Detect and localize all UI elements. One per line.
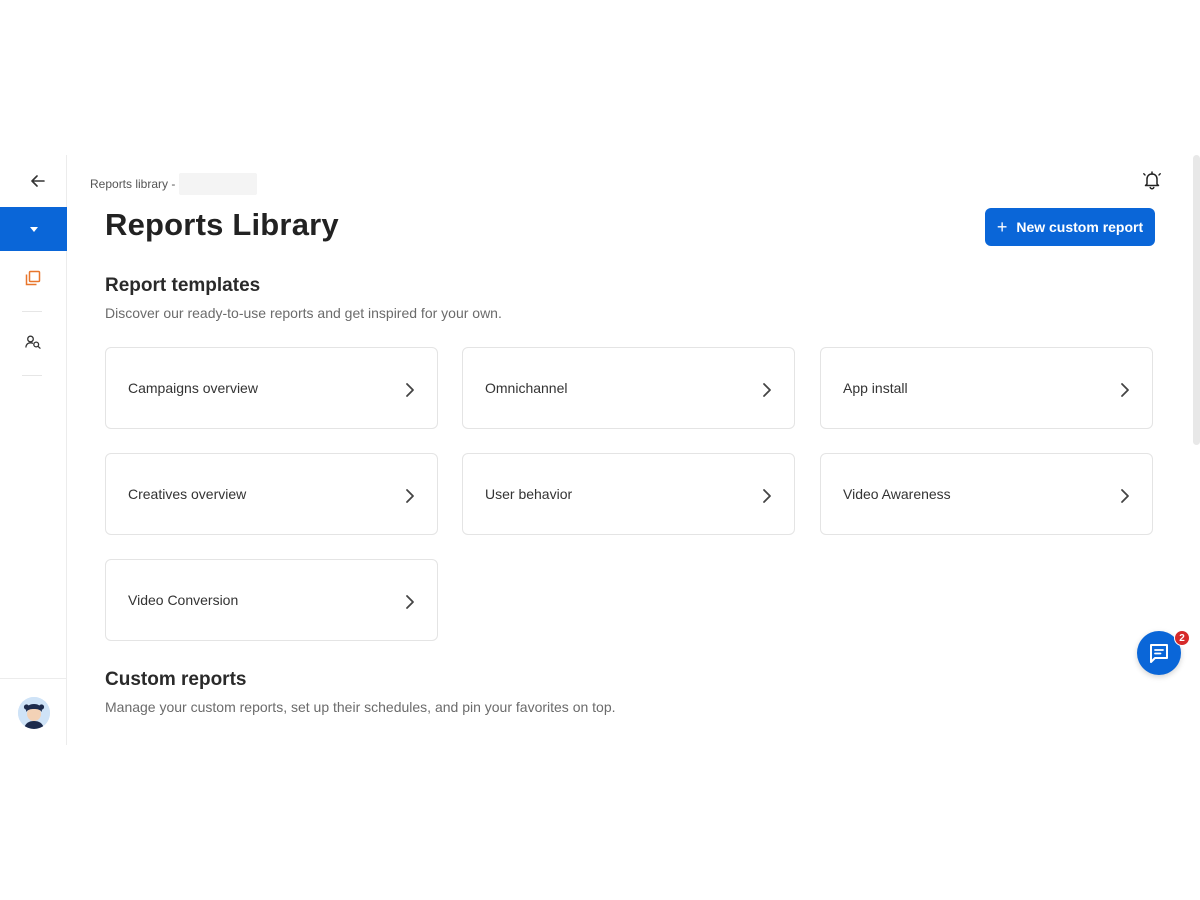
main-content: Reports library - Reports Library + New …	[67, 155, 1187, 745]
app-shell: Reports library - Reports Library + New …	[0, 155, 1200, 745]
chevron-right-icon	[1121, 489, 1129, 503]
sidebar-bottom-divider	[0, 678, 66, 679]
notifications-button[interactable]	[1141, 169, 1163, 191]
user-search-icon	[25, 335, 41, 349]
page-title: Reports Library	[105, 207, 339, 242]
template-card-label: Video Conversion	[128, 592, 239, 608]
template-card-label: Creatives overview	[128, 486, 247, 502]
chevron-right-icon	[406, 489, 414, 503]
back-button[interactable]	[24, 169, 52, 193]
new-custom-report-button[interactable]: + New custom report	[985, 208, 1155, 246]
template-card-label: App install	[843, 380, 908, 396]
template-card-video-awareness[interactable]: Video Awareness	[820, 453, 1153, 535]
template-card-campaigns-overview[interactable]: Campaigns overview	[105, 347, 438, 429]
page-scrollbar[interactable]	[1193, 155, 1200, 445]
arrow-left-icon	[31, 175, 45, 187]
sidebar-item-reports[interactable]	[18, 263, 48, 293]
chevron-right-icon	[406, 383, 414, 397]
chevron-right-icon	[763, 383, 771, 397]
caret-down-icon	[29, 226, 38, 232]
template-card-label: User behavior	[485, 486, 573, 502]
chevron-right-icon	[763, 489, 771, 503]
template-card-omnichannel[interactable]: Omnichannel	[462, 347, 795, 429]
chevron-right-icon	[406, 595, 414, 609]
bell-icon	[1143, 171, 1161, 190]
sidebar-item-audience[interactable]	[18, 327, 48, 357]
report-templates-description: Discover our ready-to-use reports and ge…	[105, 305, 502, 321]
workspace-dropdown[interactable]	[0, 207, 67, 251]
chevron-right-icon	[1121, 383, 1129, 397]
template-card-label: Omnichannel	[485, 380, 568, 396]
template-card-video-conversion[interactable]: Video Conversion	[105, 559, 438, 641]
breadcrumb-link-reports-library[interactable]: Reports library -	[90, 177, 175, 191]
template-card-user-behavior[interactable]: User behavior	[462, 453, 795, 535]
reports-library-icon	[25, 270, 41, 286]
user-avatar[interactable]	[18, 697, 50, 729]
breadcrumb-redacted-segment	[179, 173, 258, 195]
new-custom-report-label: New custom report	[1016, 219, 1144, 235]
custom-reports-description: Manage your custom reports, set up their…	[105, 699, 616, 715]
plus-icon: +	[996, 217, 1008, 237]
sidebar-divider	[22, 311, 42, 312]
template-card-app-install[interactable]: App install	[820, 347, 1153, 429]
sidebar	[0, 155, 67, 745]
avatar-icon	[18, 697, 50, 729]
chat-message-icon	[1150, 644, 1168, 663]
chat-unread-badge: 2	[1174, 630, 1190, 646]
template-card-label: Video Awareness	[843, 486, 951, 502]
custom-reports-title: Custom reports	[105, 669, 247, 690]
template-card-label: Campaigns overview	[128, 380, 258, 396]
report-templates-title: Report templates	[105, 275, 261, 296]
template-card-creatives-overview[interactable]: Creatives overview	[105, 453, 438, 535]
sidebar-divider	[22, 375, 42, 376]
breadcrumb: Reports library -	[90, 173, 258, 195]
